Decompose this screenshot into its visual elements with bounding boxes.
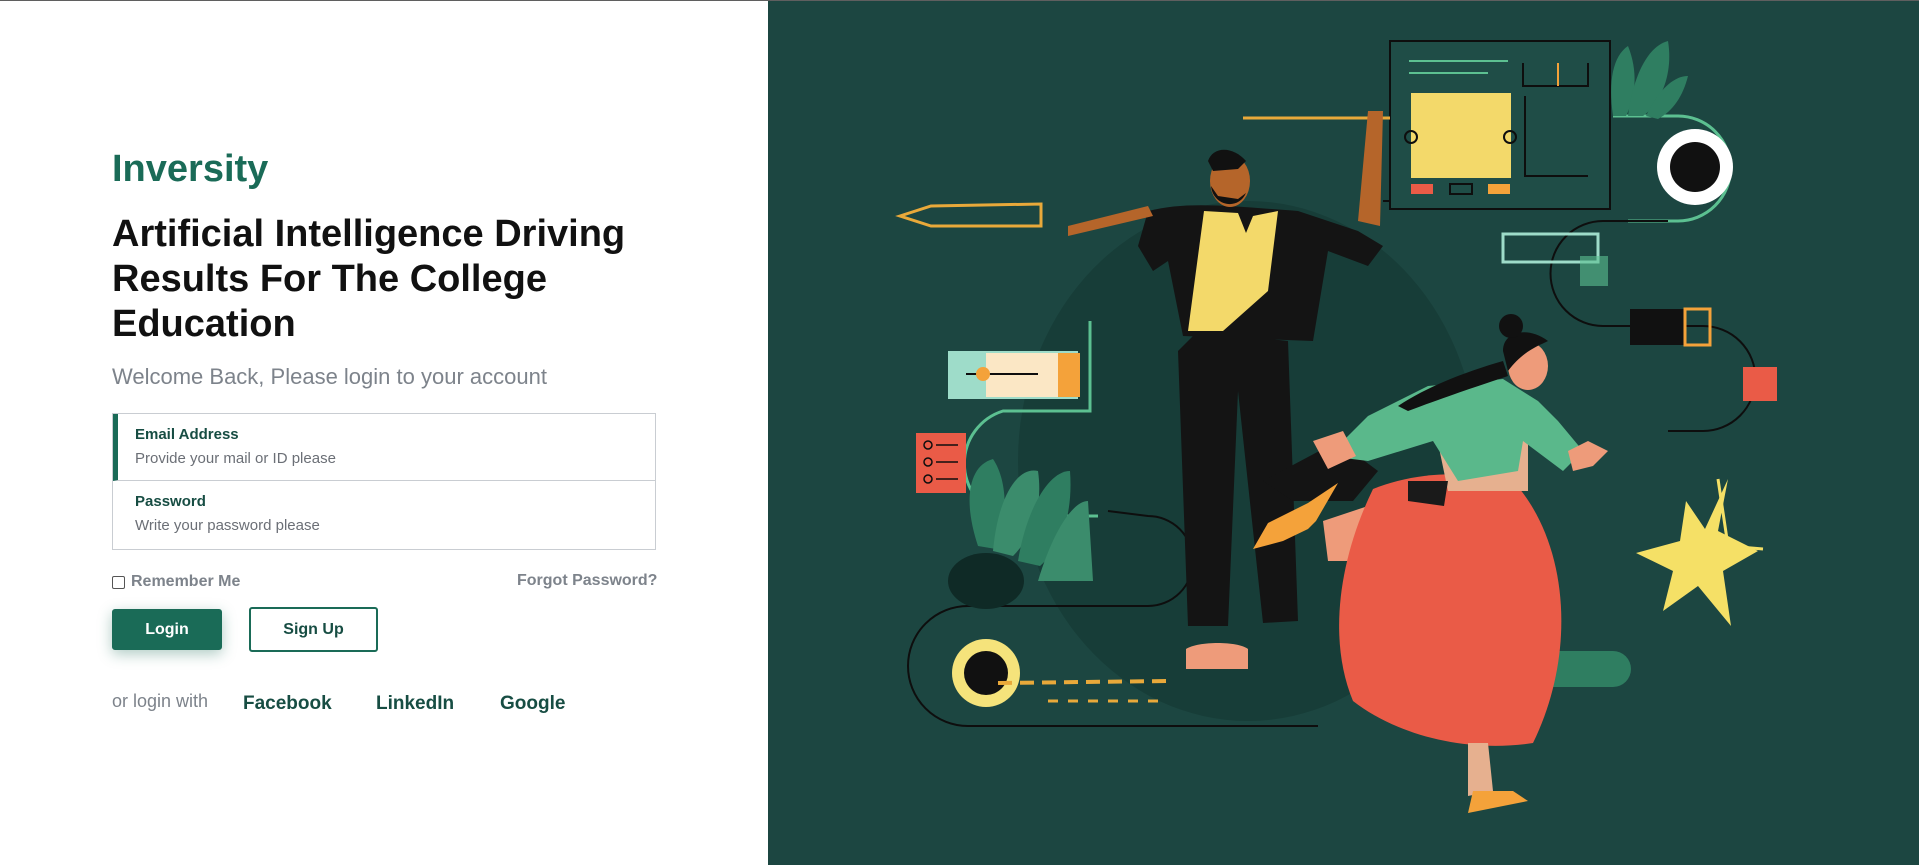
remember-me-checkbox[interactable]	[112, 575, 125, 589]
forgot-password-link[interactable]: Forgot Password?	[517, 572, 657, 590]
login-form: Email Address Password	[112, 413, 656, 550]
remember-me[interactable]: Remember Me	[112, 573, 240, 591]
signup-button[interactable]: Sign Up	[249, 607, 378, 652]
login-button[interactable]: Login	[112, 609, 222, 650]
social-login-prefix: or login with	[112, 691, 209, 711]
password-field[interactable]: Password	[113, 481, 655, 548]
page-title: Artificial Intelligence Driving Results …	[112, 213, 626, 345]
login-panel: Inversity Artificial Intelligence Drivin…	[0, 1, 768, 865]
password-label: Password	[135, 493, 206, 510]
welcome-text: Welcome Back, Please login to your accou…	[112, 364, 547, 389]
email-label: Email Address	[135, 426, 239, 443]
linkedin-login-link[interactable]: LinkedIn	[376, 693, 454, 715]
password-input[interactable]	[135, 515, 615, 535]
brand-logo: Inversity	[112, 148, 269, 190]
dancing-people-illustration	[895, 40, 1777, 813]
email-field[interactable]: Email Address	[113, 414, 655, 481]
facebook-login-link[interactable]: Facebook	[243, 693, 332, 715]
email-input[interactable]	[135, 448, 615, 468]
hero-illustration	[768, 1, 1919, 865]
remember-me-label: Remember Me	[131, 573, 241, 590]
google-login-link[interactable]: Google	[500, 693, 565, 715]
